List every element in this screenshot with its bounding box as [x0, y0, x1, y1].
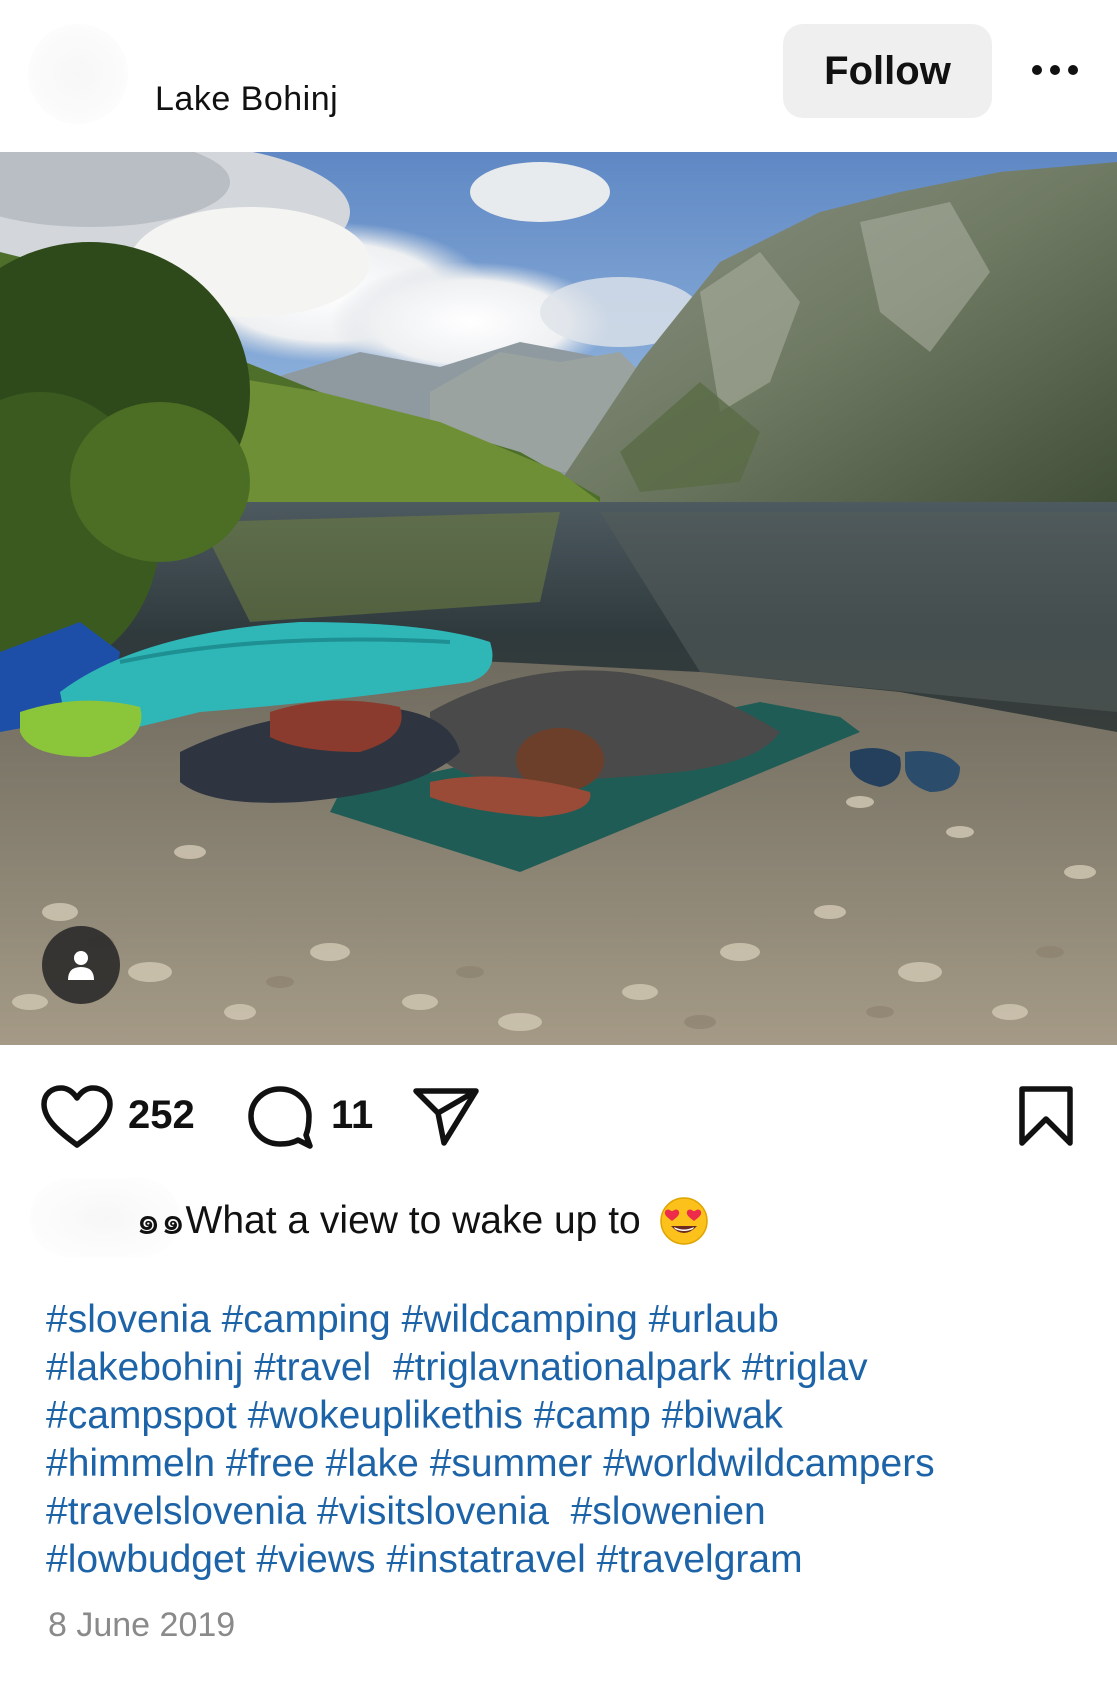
hashtag-line[interactable]: #himmeln #free #lake #summer #worldwildc…: [46, 1440, 1096, 1488]
hashtag-line[interactable]: #lowbudget #views #instatravel #travelgr…: [46, 1536, 1096, 1584]
share-button[interactable]: [412, 1085, 480, 1154]
caption-prefix: ๑๑: [136, 1200, 186, 1243]
comment-count[interactable]: 11: [331, 1093, 373, 1138]
like-button[interactable]: [40, 1085, 114, 1154]
comment-bubble-icon: [248, 1086, 313, 1149]
account-location-name[interactable]: Lake Bohinj: [155, 80, 338, 119]
post-date: 8 June 2019: [48, 1606, 236, 1644]
comment-button[interactable]: [246, 1085, 314, 1154]
hashtag-line[interactable]: #travelslovenia #visitslovenia #slowenie…: [46, 1488, 1096, 1536]
hashtags: #slovenia #camping #wildcamping #urlaub …: [46, 1296, 1096, 1584]
post-caption: ๑๑ What a view to wake up to: [136, 1190, 709, 1252]
hashtag-line[interactable]: #slovenia #camping #wildcamping #urlaub: [46, 1296, 1096, 1344]
avatar[interactable]: [28, 24, 128, 124]
tagged-people-button[interactable]: [42, 926, 120, 1004]
caption-text: What a view to wake up to: [185, 1199, 641, 1242]
heart-icon: [41, 1085, 113, 1148]
bookmark-icon: [1019, 1086, 1073, 1146]
post-header: Lake Bohinj Follow: [0, 0, 1117, 150]
more-options-button[interactable]: [1025, 50, 1085, 90]
post-photo[interactable]: [0, 152, 1117, 1045]
paper-plane-icon: [413, 1088, 479, 1146]
hashtag-line[interactable]: #campspot #wokeuplikethis #camp #biwak: [46, 1392, 1096, 1440]
hashtag-line[interactable]: #lakebohinj #travel #triglavnationalpark…: [46, 1344, 1096, 1392]
like-count[interactable]: 252: [128, 1093, 195, 1138]
person-icon: [68, 951, 94, 980]
more-horizontal-icon: [1032, 65, 1078, 75]
lake-camping-photo: [0, 152, 1117, 1045]
save-button[interactable]: [1016, 1085, 1076, 1154]
heart-eyes-emoji: [659, 1196, 709, 1246]
follow-button[interactable]: Follow: [783, 24, 992, 118]
action-bar: 252 11: [0, 1075, 1117, 1155]
